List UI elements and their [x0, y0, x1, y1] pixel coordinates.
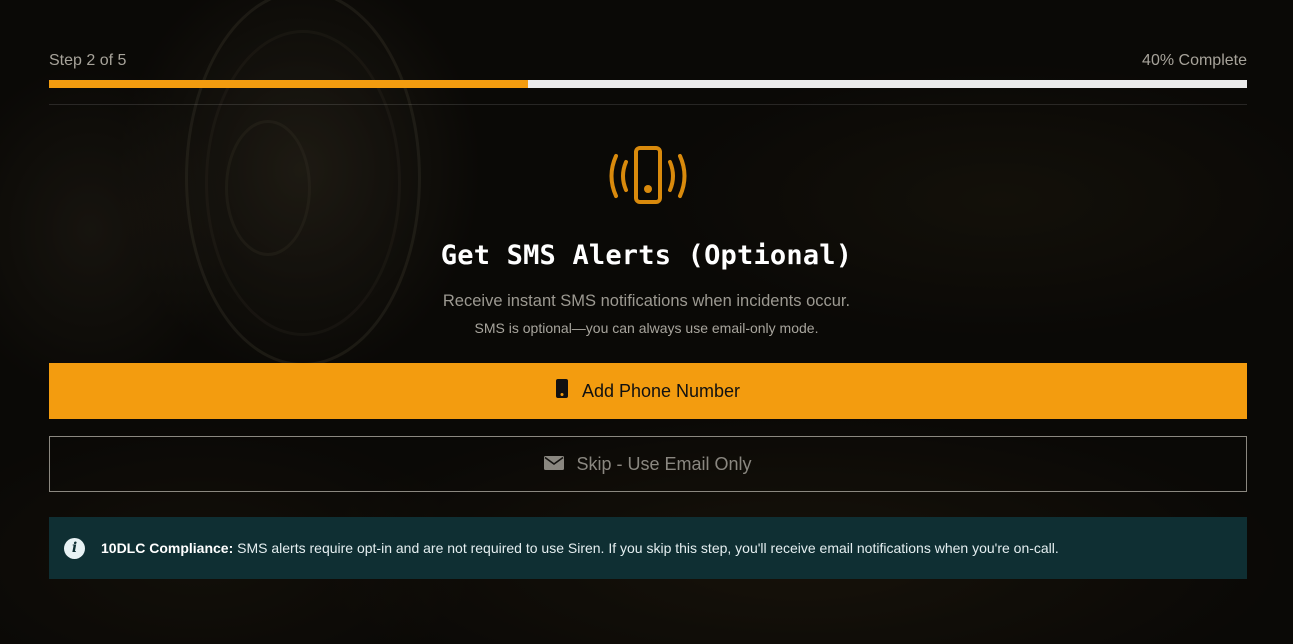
skip-email-only-label: Skip - Use Email Only: [576, 453, 752, 474]
progress-bar-fill: [49, 80, 529, 88]
compliance-message: SMS alerts require opt-in and are not re…: [233, 540, 1059, 556]
divider: [49, 104, 1247, 105]
info-icon: i: [64, 537, 85, 559]
compliance-info-box: i 10DLC Compliance: SMS alerts require o…: [49, 517, 1247, 579]
mobile-phone-icon: [555, 379, 568, 403]
progress-header: Step 2 of 5 40% Complete: [49, 50, 1247, 72]
compliance-label: 10DLC Compliance:: [101, 540, 234, 556]
phone-vibrate-icon: [606, 146, 690, 206]
step-indicator: Step 2 of 5: [49, 52, 127, 69]
compliance-text: 10DLC Compliance: SMS alerts require opt…: [101, 540, 1059, 556]
page-title: Get SMS Alerts (Optional): [440, 240, 853, 271]
skip-email-only-button[interactable]: Skip - Use Email Only: [49, 436, 1247, 492]
progress-percent: 40% Complete: [1142, 52, 1247, 69]
progress-bar: [49, 80, 1247, 88]
page-subtitle: Receive instant SMS notifications when i…: [442, 292, 851, 310]
add-phone-number-label: Add Phone Number: [581, 380, 741, 401]
envelope-icon: [544, 454, 565, 475]
optional-note: SMS is optional—you can always use email…: [474, 320, 819, 336]
add-phone-number-button[interactable]: Add Phone Number: [49, 363, 1247, 419]
